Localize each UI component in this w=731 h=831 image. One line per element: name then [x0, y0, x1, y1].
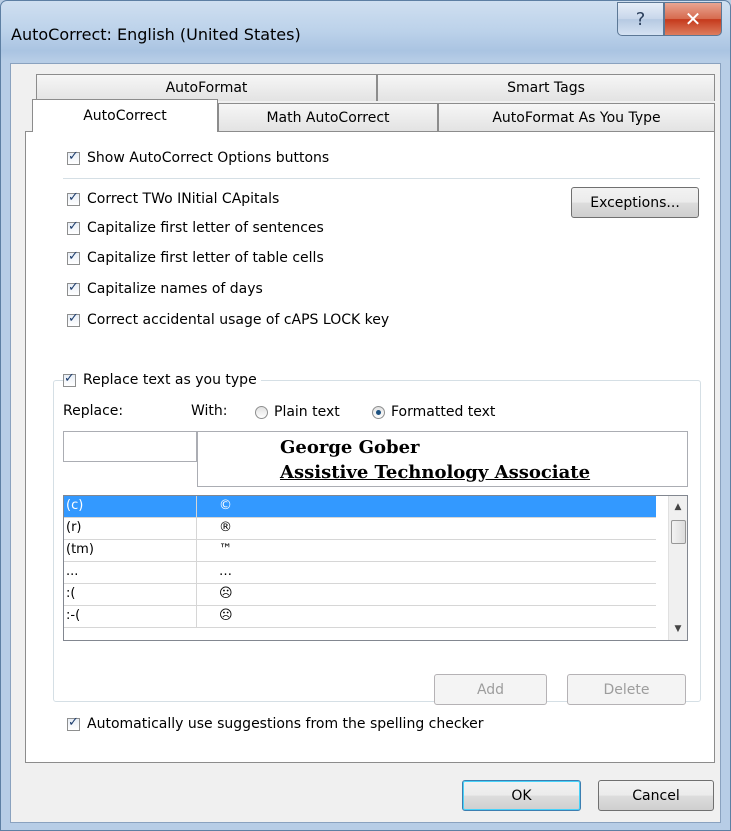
column-divider — [196, 562, 197, 583]
add-button[interactable]: Add — [434, 674, 547, 705]
checkbox-label: Correct accidental usage of cAPS LOCK ke… — [87, 312, 390, 328]
table-row[interactable]: :( ☹ — [64, 584, 656, 606]
column-divider — [196, 606, 197, 627]
delete-button[interactable]: Delete — [567, 674, 686, 705]
tab-autoformat-as-you-type[interactable]: AutoFormat As You Type — [438, 103, 715, 131]
preview-line-1: George Gober — [280, 437, 420, 458]
autocorrect-dialog: AutoCorrect: English (United States) ? ✕… — [0, 0, 731, 831]
radio-label: Formatted text — [391, 404, 496, 420]
scroll-down-icon[interactable]: ▼ — [669, 620, 687, 638]
checkbox-label: Capitalize names of days — [87, 281, 263, 297]
column-divider — [196, 584, 197, 605]
checkbox-label: Replace text as you type — [83, 372, 257, 388]
close-icon: ✕ — [684, 7, 702, 31]
scroll-up-icon[interactable]: ▲ — [669, 498, 687, 516]
with-label: With: — [191, 403, 228, 419]
radio-icon — [255, 405, 268, 419]
checkbox-label: Capitalize first letter of sentences — [87, 220, 324, 236]
button-label: Cancel — [632, 787, 680, 804]
tab-autoformat[interactable]: AutoFormat — [36, 74, 377, 101]
checkbox-icon — [63, 371, 76, 387]
checkbox-icon — [67, 249, 80, 265]
replace-label: Replace: — [63, 403, 124, 419]
tab-math-autocorrect[interactable]: Math AutoCorrect — [218, 103, 438, 131]
row-replace: (c) — [66, 498, 84, 513]
tab-label: Smart Tags — [507, 80, 585, 96]
table-row[interactable]: (tm) ™ — [64, 540, 656, 562]
row-replace: ... — [66, 564, 79, 579]
table-row[interactable]: (c) © — [64, 496, 656, 518]
button-label: Delete — [603, 681, 650, 698]
capitalize-sentences-checkbox[interactable]: Capitalize first letter of sentences — [67, 219, 324, 236]
table-row[interactable]: (r) ® — [64, 518, 656, 540]
replace-input[interactable] — [63, 431, 197, 462]
spelling-suggestions-checkbox[interactable]: Automatically use suggestions from the s… — [67, 715, 484, 732]
dialog-title: AutoCorrect: English (United States) — [11, 25, 301, 44]
help-icon: ? — [635, 8, 646, 30]
help-button[interactable]: ? — [617, 2, 664, 36]
row-with: ® — [219, 520, 232, 535]
column-divider — [196, 540, 197, 561]
divider — [63, 178, 700, 179]
list-scrollbar[interactable]: ▲ ▼ — [668, 496, 687, 640]
cancel-button[interactable]: Cancel — [598, 780, 714, 811]
checkbox-label: Show AutoCorrect Options buttons — [87, 150, 330, 166]
row-with: … — [219, 564, 232, 579]
button-label: Exceptions... — [590, 194, 680, 211]
button-label: Add — [476, 681, 505, 698]
capitalize-days-checkbox[interactable]: Capitalize names of days — [67, 280, 263, 297]
radio-label: Plain text — [274, 404, 340, 420]
tab-autocorrect[interactable]: AutoCorrect — [32, 99, 218, 132]
radio-selected-icon — [372, 405, 385, 419]
checkbox-label: Automatically use suggestions from the s… — [87, 716, 484, 732]
scrollbar-thumb[interactable] — [671, 520, 686, 544]
replace-text-checkbox[interactable]: Replace text as you type — [63, 371, 261, 388]
row-replace: (r) — [66, 520, 82, 535]
table-row[interactable]: ... … — [64, 562, 656, 584]
checkbox-label: Correct TWo INitial CApitals — [87, 191, 280, 207]
row-with: ☹ — [219, 608, 233, 623]
autocorrect-entries-list[interactable]: (c) © (r) ® (tm) ™ ... … :( ☹ :-( ☹ ▲ ▼ — [63, 495, 688, 641]
tab-label: Math AutoCorrect — [266, 109, 390, 126]
column-divider — [196, 496, 197, 517]
title-bar[interactable]: AutoCorrect: English (United States) ? ✕ — [1, 1, 730, 63]
table-row[interactable]: :-( ☹ — [64, 606, 656, 628]
checkbox-icon — [67, 219, 80, 235]
capitalize-table-cells-checkbox[interactable]: Capitalize first letter of table cells — [67, 249, 324, 266]
with-preview-box[interactable]: George Gober Assistive Technology Associ… — [197, 431, 688, 487]
row-with: ™ — [219, 542, 232, 557]
show-options-buttons-checkbox[interactable]: Show AutoCorrect Options buttons — [67, 149, 330, 166]
ok-button[interactable]: OK — [462, 780, 581, 811]
correct-two-initial-checkbox[interactable]: Correct TWo INitial CApitals — [67, 190, 280, 207]
checkbox-icon — [67, 190, 80, 206]
preview-line-2: Assistive Technology Associate — [280, 462, 591, 483]
button-label: OK — [511, 787, 532, 804]
tab-label: AutoCorrect — [83, 108, 167, 124]
row-with: © — [219, 498, 232, 513]
exceptions-button[interactable]: Exceptions... — [571, 187, 699, 218]
tab-smart-tags[interactable]: Smart Tags — [377, 74, 715, 101]
close-button[interactable]: ✕ — [664, 2, 722, 36]
checkbox-icon — [67, 715, 80, 731]
formatted-text-radio[interactable]: Formatted text — [372, 404, 495, 420]
caps-lock-checkbox[interactable]: Correct accidental usage of cAPS LOCK ke… — [67, 311, 390, 328]
row-replace: :-( — [66, 608, 81, 623]
column-divider — [196, 518, 197, 539]
plain-text-radio[interactable]: Plain text — [255, 404, 340, 420]
tab-label: AutoFormat As You Type — [492, 109, 661, 126]
checkbox-label: Capitalize first letter of table cells — [87, 250, 324, 266]
row-replace: :( — [66, 586, 76, 601]
row-with: ☹ — [219, 586, 233, 601]
checkbox-icon — [67, 311, 80, 327]
row-replace: (tm) — [66, 542, 94, 557]
tab-label: AutoFormat — [165, 80, 248, 96]
checkbox-icon — [67, 280, 80, 296]
checkbox-icon — [67, 149, 80, 165]
